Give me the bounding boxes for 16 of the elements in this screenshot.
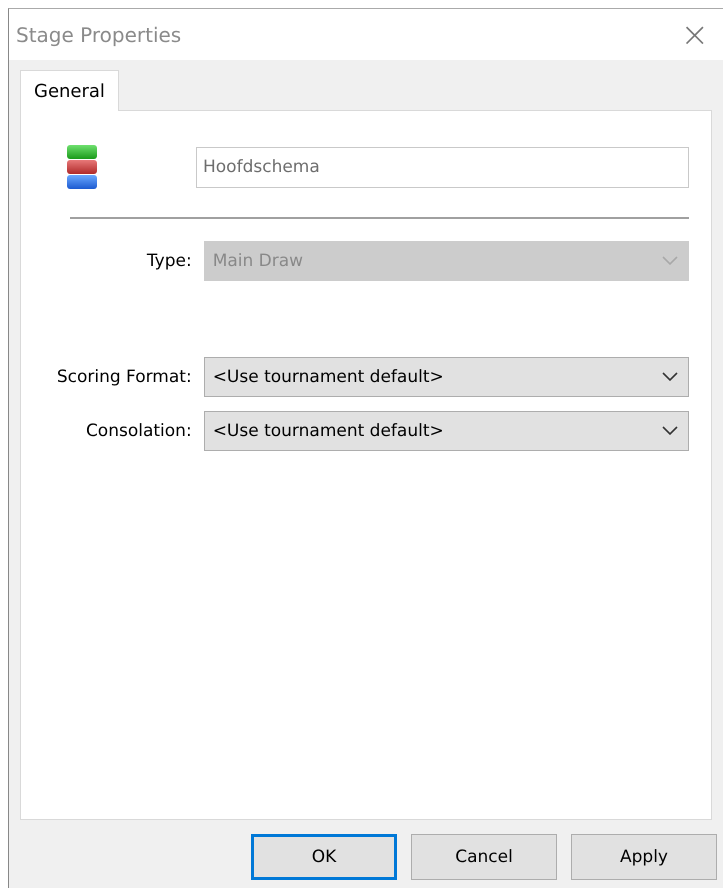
name-field[interactable]: Hoofdschema	[196, 146, 689, 188]
window-title: Stage Properties	[16, 22, 182, 46]
chevron-down-icon	[662, 372, 678, 382]
chevron-down-icon	[662, 256, 678, 266]
field-label: Consolation:	[84, 421, 192, 441]
stacked-blocks-icon	[65, 143, 99, 191]
dialog-button[interactable]: OK	[251, 834, 397, 880]
chevron-down-icon	[662, 426, 678, 436]
field-label: Scoring Format:	[56, 367, 192, 387]
dropdown[interactable]: <Use tournament default>	[204, 411, 689, 451]
dialog-button[interactable]: Cancel	[411, 834, 557, 880]
tab[interactable]: General	[20, 70, 119, 111]
field-label: Type:	[146, 251, 192, 271]
dropdown[interactable]: <Use tournament default>	[204, 357, 689, 397]
dialog-button[interactable]: Apply	[571, 834, 717, 880]
close-button[interactable]: ×	[676, 18, 713, 52]
